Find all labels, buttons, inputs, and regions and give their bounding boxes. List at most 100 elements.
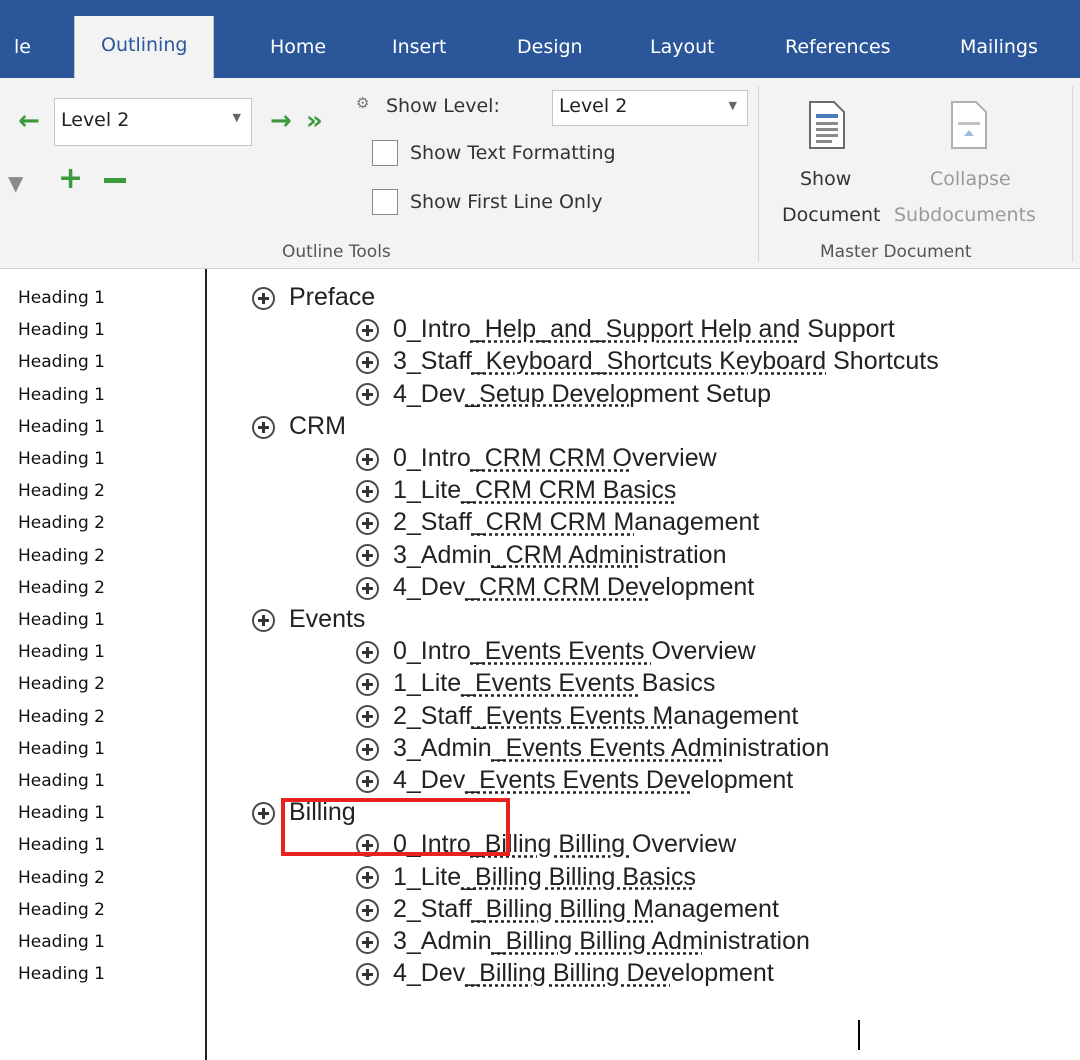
show-document-label-line2: Document [782,204,881,226]
heading-text-tail: elopment [670,959,774,988]
outline-heading-1[interactable]: CRM [252,409,346,443]
chevron-down-icon: ▼ [728,99,737,112]
expand-plus-icon[interactable] [356,673,379,697]
tab-insert[interactable]: Insert [392,30,447,64]
heading-hyperlink-text[interactable]: _Events Events M [472,702,673,730]
heading-hyperlink-text[interactable]: _Events Events Adm [492,734,723,762]
expand-plus-icon[interactable] [356,351,379,375]
tab-outlining[interactable]: Outlining [74,16,215,78]
outline-heading-2[interactable]: 1_Lite_Events Events Basics [356,666,715,700]
expand-plus-icon[interactable] [252,802,275,826]
style-area-row: Heading 2 [18,545,105,566]
tab-layout[interactable]: Layout [650,30,715,64]
expand-plus-icon[interactable] [356,447,379,471]
outline-tools-group-label: Outline Tools [282,242,391,262]
style-area-row: Heading 1 [18,964,105,985]
heading-hyperlink-text[interactable]: _CRM CRM Basics [461,476,676,504]
show-text-formatting-checkbox[interactable] [372,140,398,166]
show-text-formatting-label: Show Text Formatting [410,142,616,164]
tab-references[interactable]: References [785,30,891,64]
outline-heading-1[interactable]: Preface [252,280,375,314]
expand-plus-icon[interactable] [356,930,379,954]
outline-heading-2[interactable]: 4_Dev_Setup Development Setup [356,377,771,411]
heading-text-tail: elopment [651,572,755,601]
show-document-label-line1: Show [800,168,852,190]
heading-hyperlink-text[interactable]: _Billing Billing M [472,895,654,923]
demote-to-body-icon[interactable]: » [306,108,323,134]
outline-heading-2[interactable]: 1_Lite_CRM CRM Basics [356,473,676,507]
expand-plus-icon[interactable] [356,866,379,890]
outline-heading-2[interactable]: 4_Dev_CRM CRM Development [356,570,754,604]
outline-heading-2[interactable]: 4_Dev_Billing Billing Development [356,956,774,990]
expand-plus-icon[interactable] [252,415,275,439]
expand-plus-icon[interactable] [356,898,379,922]
expand-plus-icon[interactable] [252,608,275,632]
style-area-row: Heading 1 [18,449,105,469]
outline-heading-2[interactable]: 0_Intro_CRM CRM Overview [356,441,717,475]
expand-plus-icon[interactable] [356,544,379,568]
tab-home[interactable]: Home [270,30,326,64]
expand-plus-icon[interactable] [356,641,379,665]
chevron-down-icon: ▼ [232,111,241,124]
outline-heading-2[interactable]: 2_Staff_Events Events Management [356,699,798,733]
outline-heading-2[interactable]: 1_Lite_Billing Billing Basics [356,860,696,894]
expand-plus-icon[interactable] [252,286,275,310]
promote-arrow-icon[interactable]: ← [18,108,40,134]
expand-plus-icon[interactable] [356,480,379,504]
style-area-row: Heading 1 [18,384,105,405]
heading-hyperlink-text[interactable]: _CRM Admin [492,541,639,569]
heading-hyperlink-text[interactable]: _CRM CRM Dev [465,573,651,601]
outline-heading-2[interactable]: 2_Staff_Billing Billing Management [356,892,779,926]
outline-heading-2[interactable]: 0_Intro_Help_and_Support Help and Suppor… [356,312,895,346]
heading-hyperlink-text[interactable]: _Events Events Dev [465,766,690,794]
show-document-icon[interactable] [808,100,846,154]
expand-plus-icon[interactable] [356,383,379,407]
expand-plus-icon[interactable] [356,319,379,343]
style-area-row: Heading 1 [18,610,105,630]
style-area-row: Heading 2 [18,706,105,727]
expand-plus-icon[interactable] [356,576,379,600]
heading-hyperlink-text[interactable]: _Help_and_Support Help and [471,315,800,343]
style-area-row: Heading 2 [18,867,105,888]
style-area-row: Heading 1 [18,288,105,308]
heading-hyperlink-text[interactable]: _CRM CRM M [472,508,635,536]
heading-hyperlink-text[interactable]: _Events Events [461,669,642,697]
heading-hyperlink-text[interactable]: _Setup Develo [465,380,629,408]
outline-heading-2[interactable]: 3_Admin_Billing Billing Administration [356,924,810,958]
outline-heading-2[interactable]: 0_Intro_Events Events Overview [356,634,756,668]
heading-hyperlink-text[interactable]: _Billing Billing Basics [461,863,696,891]
demote-arrow-icon[interactable]: → [270,108,292,134]
expand-plus-icon[interactable]: + [58,164,83,194]
tab-file[interactable]: le [14,30,31,64]
collapse-subdocuments-label-line2: Subdocuments [894,204,1036,226]
collapse-minus-icon[interactable] [104,178,126,183]
expand-plus-icon[interactable] [356,512,379,536]
heading-hyperlink-text[interactable]: _Billing Billing Dev [465,959,671,987]
heading-hyperlink-text[interactable]: _CRM CRM O [471,444,632,472]
show-first-line-only-checkbox[interactable] [372,189,398,215]
tab-mailings[interactable]: Mailings [960,30,1038,64]
expand-plus-icon[interactable] [356,705,379,729]
expand-plus-icon[interactable] [356,737,379,761]
style-area-row: Heading 1 [18,932,105,952]
outline-heading-2[interactable]: 2_Staff_CRM CRM Management [356,505,759,539]
outline-heading-2[interactable]: 3_Admin_Events Events Administration [356,731,829,765]
outline-heading-2[interactable]: 3_Staff_Keyboard_Shortcuts Keyboard Shor… [356,344,939,378]
collapse-subdocuments-icon[interactable] [950,100,988,154]
outline-level-combo[interactable]: Level 2 ▼ [54,98,252,146]
outline-heading-2[interactable]: 3_Admin_CRM Administration [356,538,726,572]
show-level-combo[interactable]: Level 2 ▼ [552,90,748,126]
show-level-label: Show Level: [386,95,500,117]
heading-hyperlink-text[interactable]: _Events Events [471,637,652,665]
heading-hyperlink-text[interactable]: _Billing Billing Adm [492,927,703,955]
expand-plus-icon[interactable] [356,769,379,793]
heading-hyperlink-text[interactable]: _Keyboard_Shortcuts Keyboard [472,347,826,375]
outline-heading-2[interactable]: 4_Dev_Events Events Development [356,763,793,797]
expand-plus-icon[interactable] [356,963,379,987]
move-down-icon[interactable]: ▼ [8,170,23,196]
tab-design[interactable]: Design [517,30,583,64]
heading-text-tail: istration [638,540,727,569]
style-area-row: Heading 2 [18,577,105,598]
heading-text: 1_Lite [393,862,462,891]
outline-heading-1[interactable]: Events [252,602,365,636]
